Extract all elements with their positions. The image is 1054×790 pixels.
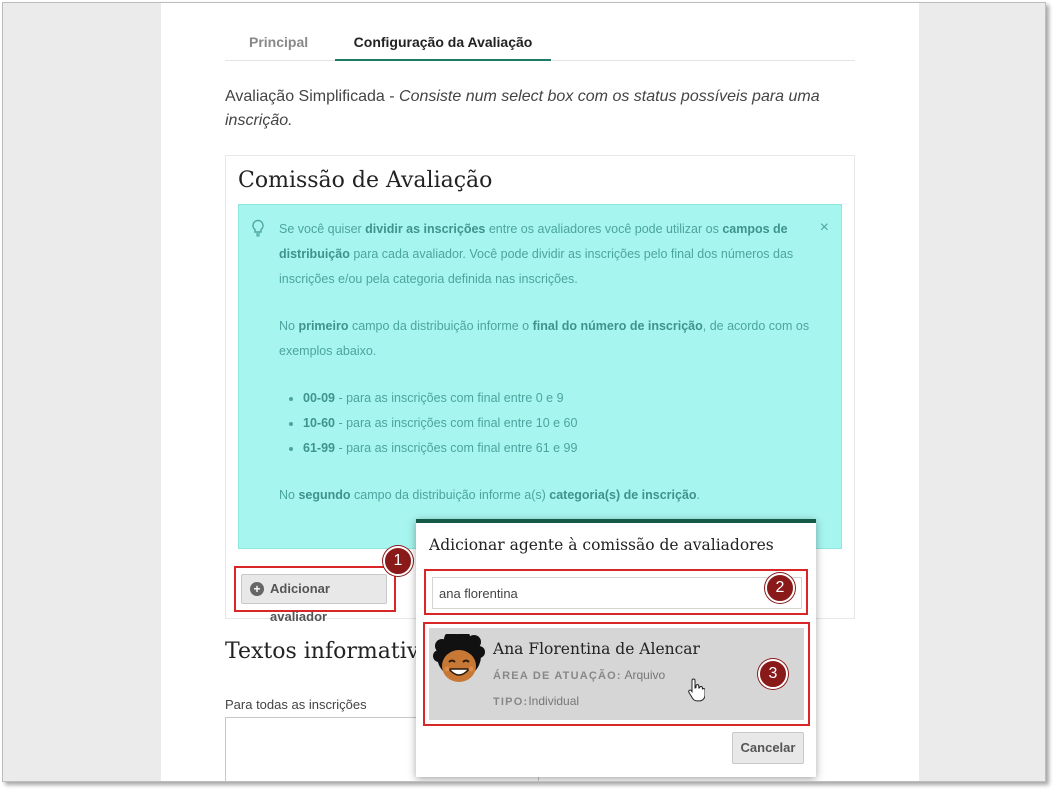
alert-text: No — [279, 488, 299, 502]
alert-text: campo da distribuição informe o — [348, 319, 533, 333]
area-value: Arquivo — [621, 668, 666, 682]
add-agent-modal: Adicionar agente à comissão de avaliador… — [416, 519, 816, 777]
range-code: 00-09 — [303, 391, 335, 405]
range-code: 61-99 — [303, 441, 335, 455]
alert-strong: categoria(s) de inscrição — [549, 488, 697, 502]
add-evaluator-button[interactable]: + Adicionar avaliador — [241, 574, 387, 624]
tab-principal[interactable]: Principal — [249, 27, 308, 61]
alert-strong: dividir as inscrições — [365, 222, 486, 236]
step-badge-2: 2 — [765, 573, 795, 603]
alert-text: Se você quiser — [279, 222, 366, 236]
evaluation-description: Avaliação Simplificada - Consiste num se… — [225, 85, 855, 133]
avatar — [433, 634, 485, 682]
range-code: 10-60 — [303, 416, 335, 430]
textos-informativos-title: Textos informativos — [225, 639, 444, 664]
distribution-examples-list: 00-09 - para as inscrições com final ent… — [303, 386, 814, 461]
plus-circle-icon: + — [250, 582, 264, 596]
agent-search-input[interactable] — [432, 577, 802, 609]
agent-area: ÁREA DE ATUAÇÃO: Arquivo — [493, 668, 665, 682]
list-item: 61-99 - para as inscrições com final ent… — [303, 436, 814, 461]
highlight-box-add-button: + Adicionar avaliador — [234, 566, 396, 624]
alert-strong: final do número de inscrição — [532, 319, 703, 333]
distribution-info-alert: × Se você quiser dividir as inscrições e… — [238, 204, 842, 549]
agent-type: TIPO:Individual — [493, 694, 579, 708]
list-item: 10-60 - para as inscrições com final ent… — [303, 411, 814, 436]
tipo-label: TIPO: — [493, 696, 529, 708]
close-icon[interactable]: × — [820, 219, 829, 237]
highlight-box-search — [424, 569, 808, 615]
highlight-box-result: Ana Florentina de Alencar ÁREA DE ATUAÇÃ… — [423, 622, 810, 726]
modal-title: Adicionar agente à comissão de avaliador… — [429, 536, 774, 554]
cancel-button[interactable]: Cancelar — [732, 732, 804, 764]
tipo-value: Individual — [528, 694, 580, 708]
alert-text: . — [696, 488, 701, 502]
lightbulb-icon — [252, 219, 264, 237]
agent-name: Ana Florentina de Alencar — [493, 640, 700, 658]
area-label: ÁREA DE ATUAÇÃO: — [493, 670, 622, 682]
alert-paragraph-2: No primeiro campo da distribuição inform… — [279, 314, 814, 364]
alert-strong: segundo — [298, 488, 351, 502]
hand-cursor-icon — [688, 678, 705, 702]
add-evaluator-label: Adicionar avaliador — [270, 581, 330, 624]
range-text: - para as inscrições com final entre 61 … — [334, 441, 578, 455]
alert-text: entre os avaliadores você pode utilizar … — [485, 222, 723, 236]
agent-result-item[interactable]: Ana Florentina de Alencar ÁREA DE ATUAÇÃ… — [429, 628, 804, 720]
range-text: - para as inscrições com final entre 10 … — [334, 416, 578, 430]
alert-text: No — [279, 319, 299, 333]
list-item: 00-09 - para as inscrições com final ent… — [303, 386, 814, 411]
screenshot-frame: Principal Configuração da Avaliação Aval… — [2, 2, 1046, 782]
alert-strong: primeiro — [298, 319, 349, 333]
step-badge-3: 3 — [758, 659, 788, 689]
range-text: - para as inscrições com final entre 0 e… — [334, 391, 564, 405]
all-inscriptions-label: Para todas as inscrições — [225, 697, 367, 712]
alert-text: campo da distribuição informe a(s) — [350, 488, 550, 502]
alert-paragraph-1: Se você quiser dividir as inscrições ent… — [279, 217, 814, 292]
commission-title: Comissão de Avaliação — [238, 168, 493, 193]
alert-body: Se você quiser dividir as inscrições ent… — [279, 217, 814, 530]
tab-bar: Principal Configuração da Avaliação — [225, 27, 855, 61]
alert-paragraph-3: No segundo campo da distribuição informe… — [279, 483, 814, 508]
alert-text: para cada avaliador. Você pode dividir a… — [279, 247, 794, 286]
step-badge-1: 1 — [383, 546, 413, 576]
tab-configuracao-avaliacao[interactable]: Configuração da Avaliação — [335, 27, 551, 61]
description-lead: Avaliação Simplificada - — [225, 88, 400, 105]
